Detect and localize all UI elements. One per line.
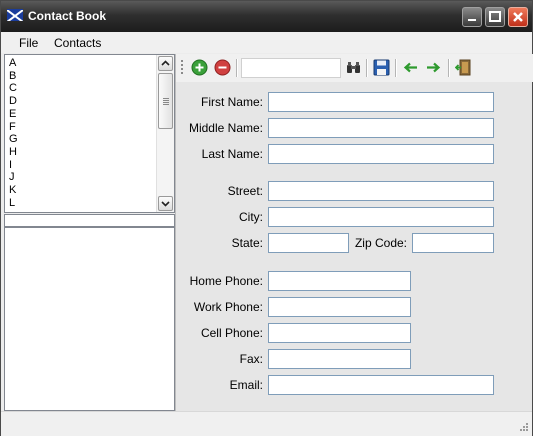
cell-phone-field[interactable] (268, 323, 411, 343)
middle-name-field[interactable] (268, 118, 494, 138)
scroll-thumb[interactable] (158, 73, 173, 129)
remove-contact-icon[interactable] (214, 59, 231, 76)
toolbar (176, 54, 533, 82)
list-item[interactable]: F (9, 121, 16, 134)
contact-book-window: Contact Book File Contacts A B C D E F G… (0, 0, 533, 436)
grip-line (163, 102, 169, 103)
toolbar-separator (448, 59, 450, 77)
first-name-field[interactable] (268, 92, 494, 112)
toolbar-separator (236, 59, 238, 77)
status-bar (1, 411, 532, 436)
street-label: Street: (227, 184, 263, 198)
grip-line (163, 104, 169, 105)
street-field[interactable] (268, 181, 494, 201)
right-pane: First Name: Middle Name: Last Name: Stre… (175, 54, 533, 411)
minimize-button[interactable] (462, 7, 482, 27)
state-label: State: (231, 236, 263, 250)
scroll-up-button[interactable] (158, 56, 173, 71)
last-name-field[interactable] (268, 144, 494, 164)
add-contact-icon[interactable] (191, 59, 208, 76)
zip-code-field[interactable] (412, 233, 494, 253)
resize-grip-icon[interactable] (517, 421, 529, 433)
maximize-button[interactable] (485, 7, 505, 27)
list-item[interactable]: B (9, 70, 16, 83)
filter-input[interactable] (4, 214, 175, 227)
list-item[interactable]: J (9, 171, 15, 184)
list-item[interactable]: G (9, 133, 18, 146)
fax-label: Fax: (239, 352, 263, 366)
list-scrollbar[interactable] (156, 55, 174, 212)
menu-contacts[interactable]: Contacts (54, 36, 101, 50)
arrow-left-icon[interactable] (402, 59, 419, 76)
arrow-right-icon[interactable] (425, 59, 442, 76)
zip-code-label: Zip Code: (354, 236, 407, 250)
list-item[interactable]: D (9, 95, 17, 108)
list-item[interactable]: C (9, 82, 17, 95)
left-pane: A B C D E F G H I J K L (4, 54, 175, 411)
cell-phone-label: Cell Phone: (200, 326, 263, 340)
binoculars-icon[interactable] (345, 59, 362, 76)
home-phone-label: Home Phone: (189, 274, 263, 288)
letter-list[interactable]: A B C D E F G H I J K L (4, 54, 175, 213)
list-item[interactable]: E (9, 108, 16, 121)
home-phone-field[interactable] (268, 271, 411, 291)
work-phone-field[interactable] (268, 297, 411, 317)
search-input[interactable] (241, 58, 341, 78)
fax-field[interactable] (268, 349, 411, 369)
menu-file[interactable]: File (19, 36, 38, 50)
grip-line (163, 98, 169, 99)
city-field[interactable] (268, 207, 494, 227)
grip-line (163, 100, 169, 101)
list-item[interactable]: K (9, 184, 16, 197)
close-button[interactable] (508, 7, 528, 27)
toolbar-separator (395, 59, 397, 77)
list-item[interactable]: H (9, 146, 17, 159)
toolbar-separator (366, 59, 368, 77)
middle-name-label: Middle Name: (188, 121, 263, 135)
email-label: Email: (229, 378, 263, 392)
toolbar-grip[interactable] (181, 60, 183, 76)
exit-door-icon[interactable] (454, 59, 472, 76)
title-bar[interactable]: Contact Book (1, 1, 532, 32)
state-field[interactable] (268, 233, 349, 253)
last-name-label: Last Name: (201, 147, 263, 161)
first-name-label: First Name: (200, 95, 263, 109)
floppy-disk-icon[interactable] (373, 59, 390, 76)
scroll-down-button[interactable] (158, 196, 173, 211)
contact-list[interactable] (4, 227, 175, 411)
menu-bar: File Contacts (1, 32, 532, 53)
scotland-flag-icon (7, 9, 23, 21)
list-item[interactable]: I (9, 159, 12, 172)
city-label: City: (239, 210, 263, 224)
email-field[interactable] (268, 375, 494, 395)
window-title: Contact Book (28, 9, 106, 23)
list-item[interactable]: L (9, 197, 15, 210)
work-phone-label: Work Phone: (193, 300, 263, 314)
list-item[interactable]: A (9, 57, 16, 70)
